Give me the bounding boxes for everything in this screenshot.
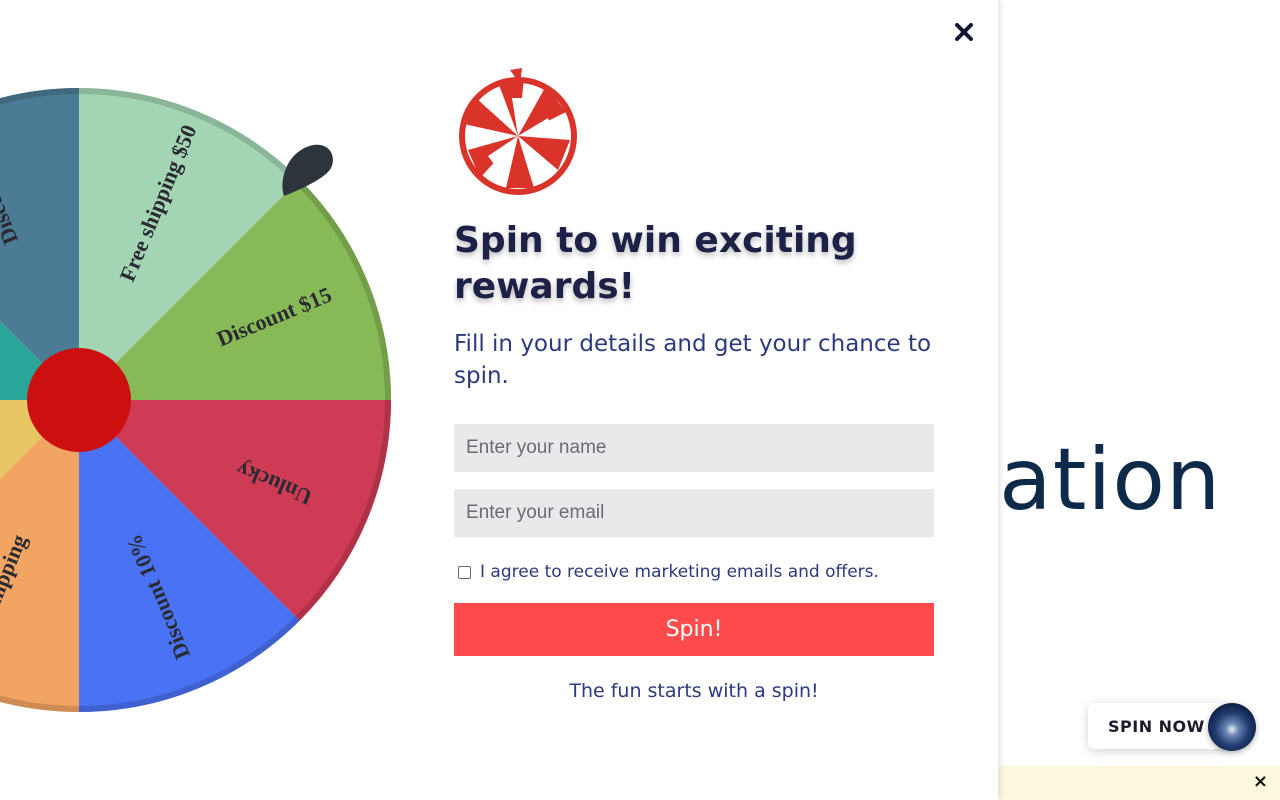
spin-wheel-modal: Free shipping $50 Discount $15 Unlucky Disc…	[0, 0, 998, 800]
footer-text: The fun starts with a spin!	[569, 680, 819, 702]
bar-close-icon[interactable]: ×	[1253, 772, 1268, 792]
consent-checkbox[interactable]	[458, 565, 471, 579]
wheel-logo-icon	[459, 68, 577, 195]
background-heading: ation	[999, 430, 1222, 530]
subtext: Fill in your details and get your chance…	[454, 331, 932, 389]
headline: Spin to win exciting rewards!	[454, 220, 857, 307]
spin-now-label: SPIN NOW	[1108, 716, 1205, 736]
consent-row[interactable]: I agree to receive marketing emails and …	[458, 562, 879, 582]
name-field[interactable]	[454, 424, 934, 472]
wheel-pointer-icon	[282, 144, 333, 196]
consent-label: I agree to receive marketing emails and …	[480, 562, 879, 582]
announcement-bar: ×	[999, 766, 1280, 800]
spin-now-button[interactable]: SPIN NOW	[1088, 703, 1228, 749]
email-field[interactable]	[454, 489, 934, 537]
spin-button[interactable]: Spin!	[454, 603, 934, 656]
spin-orb-icon[interactable]	[1208, 703, 1256, 751]
close-icon[interactable]	[950, 18, 978, 46]
wheel-hub	[27, 348, 131, 452]
